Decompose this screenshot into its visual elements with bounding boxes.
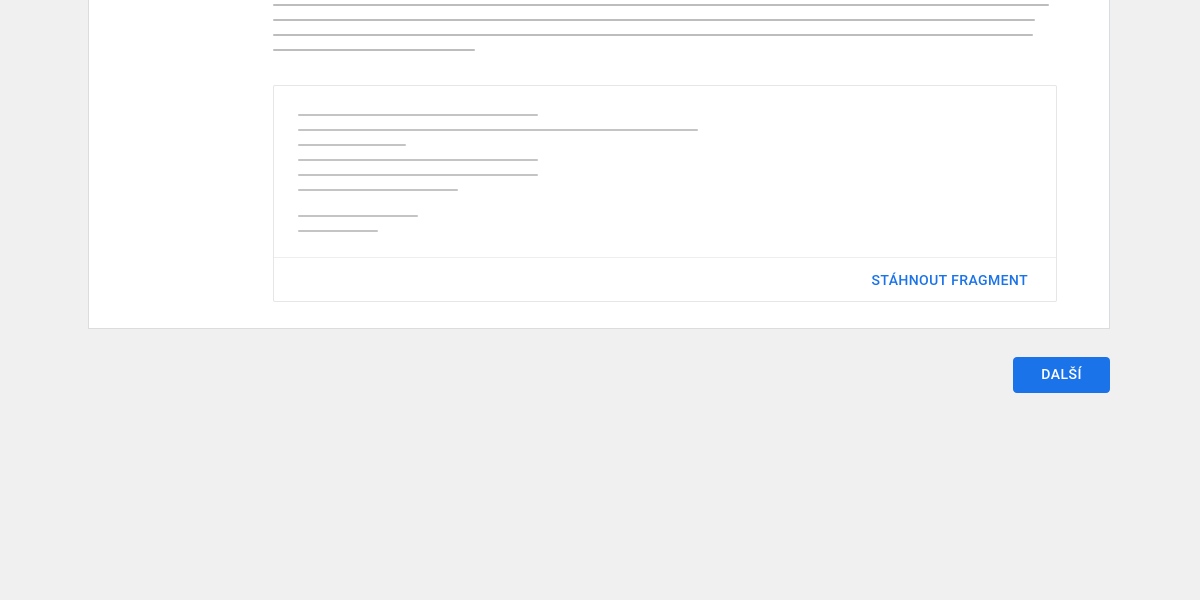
content-area: STÁHNOUT FRAGMENT [89,0,1109,302]
placeholder-line [273,19,1035,21]
paragraph-placeholder [273,0,1049,51]
code-placeholder-line [298,144,406,146]
code-placeholder-line [298,174,538,176]
code-placeholder-line [298,114,538,116]
download-snippet-button[interactable]: STÁHNOUT FRAGMENT [872,273,1028,289]
placeholder-line [273,49,475,51]
code-placeholder-line [298,215,418,217]
code-placeholder-line [298,230,378,232]
placeholder-line [273,34,1033,36]
code-placeholder-line [298,129,698,131]
code-body [274,86,1056,257]
action-row: DALŠÍ [0,357,1110,393]
code-placeholder-line [298,159,538,161]
code-footer: STÁHNOUT FRAGMENT [274,257,1056,301]
content-card: STÁHNOUT FRAGMENT [88,0,1110,329]
code-placeholder-line [298,189,458,191]
code-snippet-box: STÁHNOUT FRAGMENT [273,85,1057,302]
placeholder-line [273,4,1049,6]
next-button[interactable]: DALŠÍ [1013,357,1110,393]
